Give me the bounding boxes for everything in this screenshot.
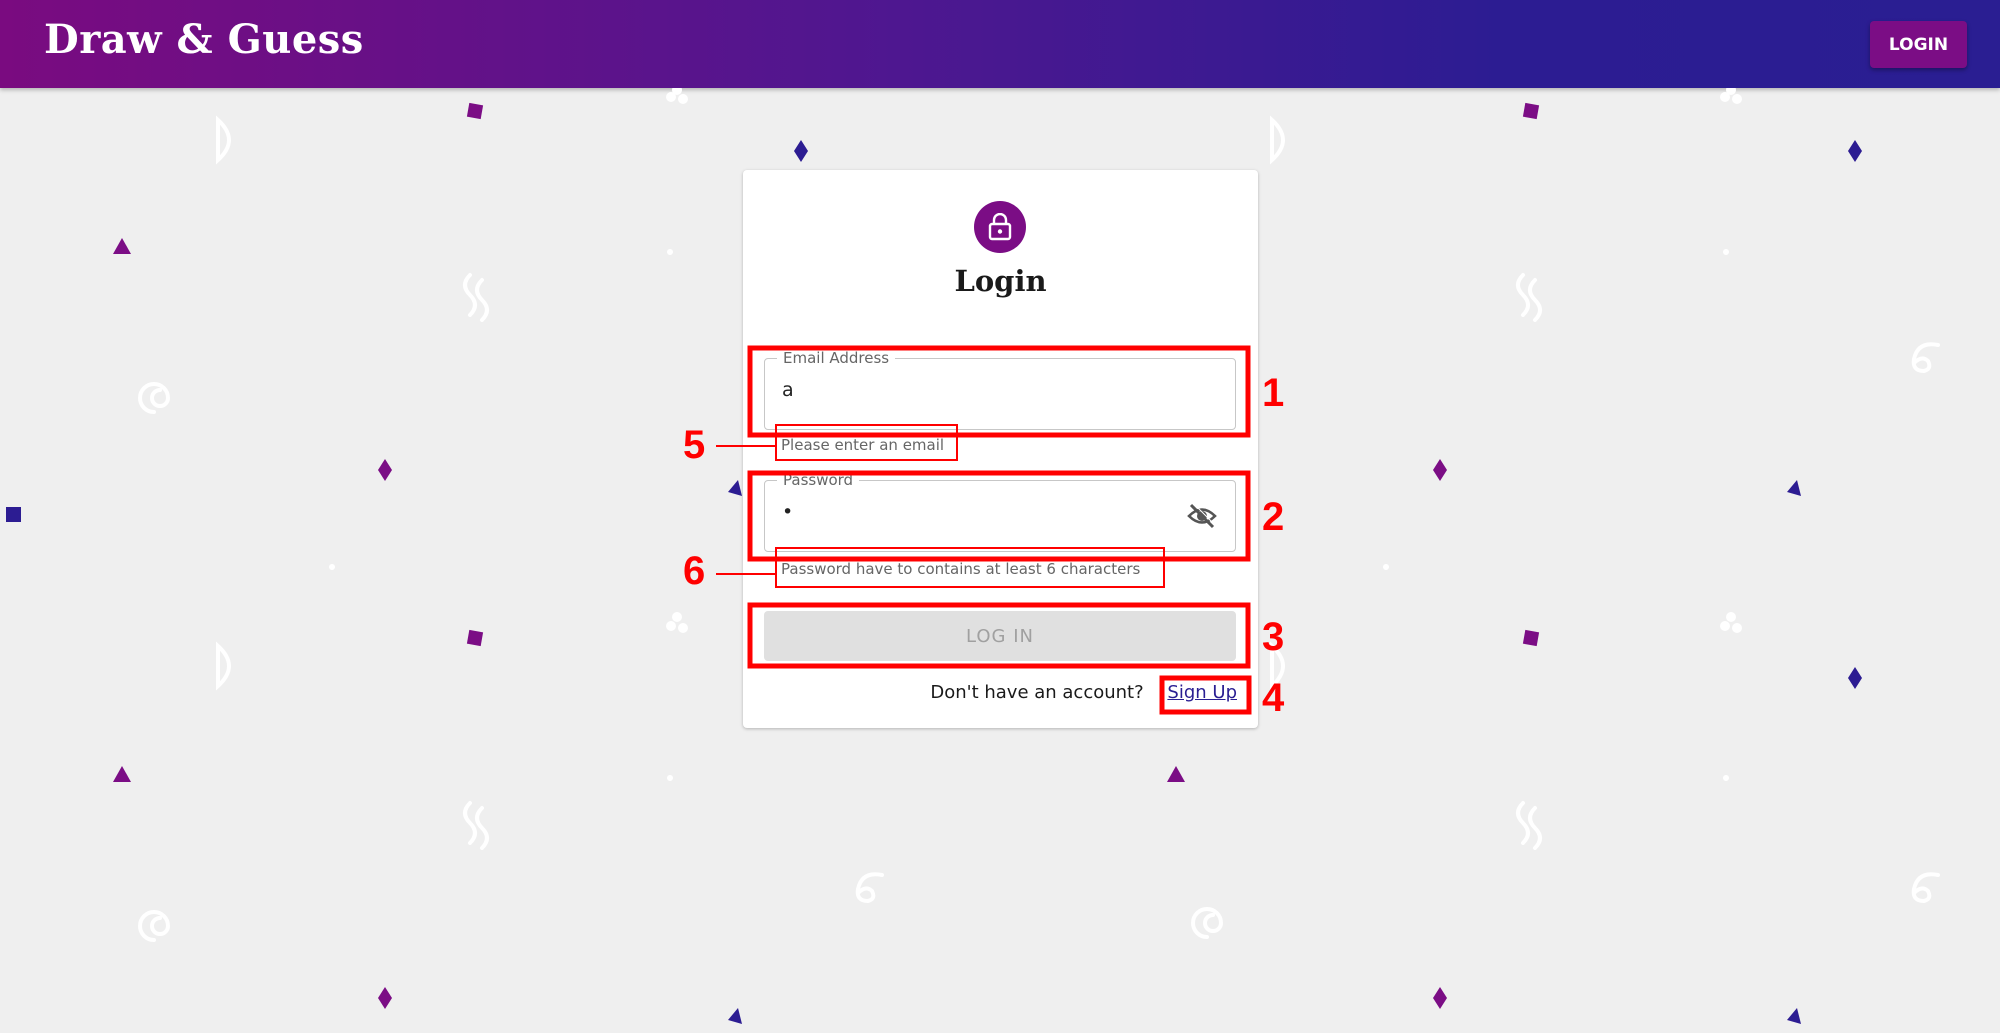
lock-avatar [974, 201, 1026, 253]
app-bar: Draw & Guess LOGIN [0, 0, 2000, 88]
eye-off-icon[interactable] [1187, 502, 1217, 533]
email-value: a [782, 379, 794, 401]
email-field[interactable]: Email Address a [764, 349, 1236, 430]
login-submit-button[interactable]: LOG IN [764, 611, 1236, 661]
signup-row: Don't have an account? Sign Up [930, 682, 1237, 703]
signup-link[interactable]: Sign Up [1167, 682, 1237, 703]
annotation-label-6: 6 [683, 549, 706, 593]
annotation-label-4: 4 [1262, 676, 1285, 720]
password-value: • [782, 501, 794, 523]
email-helper-text: Please enter an email [781, 436, 945, 454]
annotation-label-2: 2 [1262, 495, 1285, 539]
password-helper-text: Password have to contains at least 6 cha… [781, 560, 1141, 578]
password-label: Password [777, 471, 860, 489]
annotation-label-1: 1 [1262, 371, 1285, 415]
signup-prompt: Don't have an account? [930, 682, 1144, 703]
brand-title: Draw & Guess [44, 16, 364, 63]
email-label: Email Address [777, 349, 896, 367]
password-field[interactable]: Password • [764, 471, 1236, 552]
annotation-label-3: 3 [1262, 615, 1285, 659]
lock-icon [988, 213, 1012, 241]
login-card: Login Email Address a Please enter an em… [743, 170, 1258, 728]
page-title: Login [954, 264, 1047, 298]
header-login-button[interactable]: LOGIN [1870, 21, 1967, 68]
annotation-label-5: 5 [683, 423, 706, 467]
